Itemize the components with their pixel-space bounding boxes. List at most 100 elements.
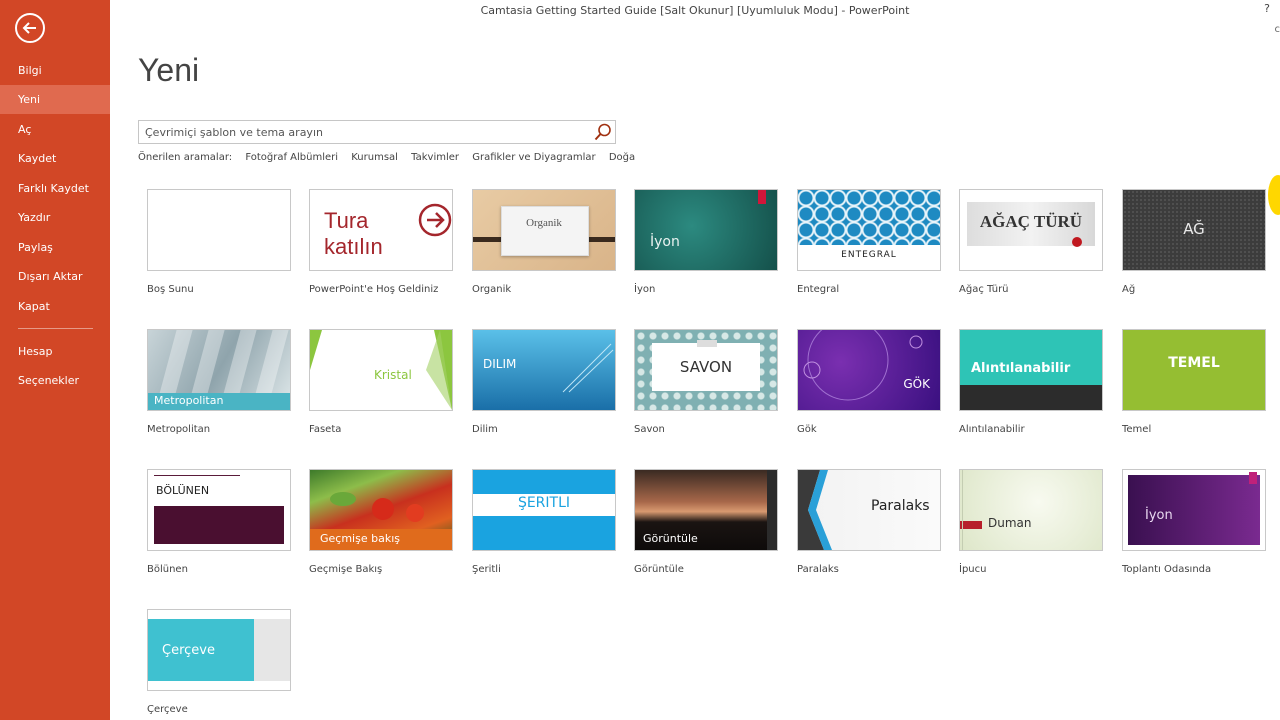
template-name: Görüntüle (634, 564, 684, 575)
template-name: Alıntılanabilir (959, 424, 1025, 435)
page-title: Yeni (138, 52, 200, 88)
template-tile[interactable]: İyon Toplantı Odasında (1122, 469, 1266, 575)
search-icon[interactable] (593, 122, 613, 142)
template-name: Ağ (1122, 284, 1136, 295)
template-tile[interactable]: Metropolitan Metropolitan (147, 329, 291, 435)
thumb-text: AĞAÇ TÜRÜ (979, 212, 1083, 231)
template-thumbnail: Geçmişe bakış (309, 469, 453, 551)
template-tile[interactable]: Çerçeve Çerçeve (147, 609, 291, 715)
template-thumbnail: SAVON (634, 329, 778, 411)
template-search-input[interactable] (139, 121, 591, 144)
template-tile[interactable]: ŞERITLI Şeritli (472, 469, 616, 575)
template-tile[interactable]: Organik Organik (472, 189, 616, 295)
thumb-text: İyon (650, 234, 680, 250)
template-thumbnail: Çerçeve (147, 609, 291, 691)
template-tile[interactable]: AĞAÇ TÜRÜ Ağaç Türü (959, 189, 1103, 295)
thumb-text: Tura (324, 208, 369, 233)
template-thumbnail: ENTEGRAL (797, 189, 941, 271)
template-tile[interactable]: Kristal Faseta (309, 329, 453, 435)
template-tile[interactable]: Paralaks Paralaks (797, 469, 941, 575)
template-name: Dilim (472, 424, 498, 435)
template-name: Boş Sunu (147, 284, 194, 295)
sidebar-item-farkli-kaydet[interactable]: Farklı Kaydet (0, 174, 110, 203)
template-tile[interactable]: İyon İyon (634, 189, 778, 295)
template-name: Çerçeve (147, 704, 188, 715)
thumb-text: DILIM (483, 357, 517, 371)
template-tile[interactable]: SAVON Savon (634, 329, 778, 435)
template-tile[interactable]: AĞ Ağ (1122, 189, 1266, 295)
template-tile[interactable]: Geçmişe bakış Geçmişe Bakış (309, 469, 453, 575)
thumb-text: GÖK (903, 377, 930, 391)
template-thumbnail: AĞAÇ TÜRÜ (959, 189, 1103, 271)
suggested-searches: Önerilen aramalar: Fotoğraf Albümleri Ku… (138, 152, 645, 163)
sidebar-item-kapat[interactable]: Kapat (0, 292, 110, 321)
template-tile[interactable]: BÖLÜNEN Bölünen (147, 469, 291, 575)
suggested-link-foto[interactable]: Fotoğraf Albümleri (245, 152, 338, 163)
template-thumbnail: BÖLÜNEN (147, 469, 291, 551)
sidebar-item-kaydet[interactable]: Kaydet (0, 144, 110, 173)
arrow-right-circle-icon (418, 203, 452, 237)
sidebar-item-paylas[interactable]: Paylaş (0, 233, 110, 262)
back-button[interactable] (15, 13, 45, 43)
template-name: Organik (472, 284, 512, 295)
sidebar-divider (18, 328, 93, 329)
suggested-link-kurumsal[interactable]: Kurumsal (351, 152, 398, 163)
template-name: Ağaç Türü (959, 284, 1009, 295)
template-search-box (138, 120, 616, 144)
template-thumbnail: Alıntılanabilir (959, 329, 1103, 411)
suggested-link-grafikler[interactable]: Grafikler ve Diyagramlar (472, 152, 595, 163)
thumb-text: Organik (526, 217, 562, 229)
template-name: Geçmişe Bakış (309, 564, 383, 575)
thumb-text: Duman (988, 516, 1032, 530)
template-tile[interactable]: GÖK Gök (797, 329, 941, 435)
cursor-highlight (1268, 175, 1280, 215)
thumb-text: Kristal (374, 368, 412, 382)
template-thumbnail: AĞ (1122, 189, 1266, 271)
window-title: Camtasia Getting Started Guide [Salt Oku… (480, 4, 910, 17)
template-tile[interactable]: Boş Sunu (147, 189, 291, 295)
sidebar-item-bilgi[interactable]: Bilgi (0, 56, 110, 85)
thumb-text: katılın (324, 234, 383, 259)
template-thumbnail: TEMEL (1122, 329, 1266, 411)
thumb-text: SAVON (679, 358, 733, 376)
sidebar-item-disari-aktar[interactable]: Dışarı Aktar (0, 262, 110, 291)
template-thumbnail: Kristal (309, 329, 453, 411)
suggested-link-takvimler[interactable]: Takvimler (411, 152, 459, 163)
template-name: Savon (634, 424, 665, 435)
thumb-text: İyon (1145, 508, 1173, 523)
template-tile[interactable]: Görüntüle Görüntüle (634, 469, 778, 575)
template-thumbnail: Organik (472, 189, 616, 271)
thumb-text: Alıntılanabilir (971, 361, 1071, 376)
template-name: İyon (634, 284, 656, 295)
template-name: Gök (797, 424, 817, 435)
template-tile[interactable]: Tura katılın PowerPoint'e Hoş Geldiniz (309, 189, 453, 295)
thumb-text: Geçmişe bakış (320, 532, 400, 545)
template-thumbnail: GÖK (797, 329, 941, 411)
template-name: Paralaks (797, 564, 839, 575)
template-name: Şeritli (472, 564, 501, 575)
suggested-link-doga[interactable]: Doğa (609, 152, 635, 163)
template-name: Faseta (309, 424, 342, 435)
suggested-label: Önerilen aramalar: (138, 152, 233, 163)
thumb-text: ŞERITLI (517, 495, 571, 511)
sidebar-item-secenekler[interactable]: Seçenekler (0, 366, 110, 395)
sidebar-item-yazdir[interactable]: Yazdır (0, 203, 110, 232)
template-thumbnail: Tura katılın (309, 189, 453, 271)
template-name: Entegral (797, 284, 840, 295)
template-name: Metropolitan (147, 424, 211, 435)
template-tile[interactable]: Duman İpucu (959, 469, 1103, 575)
thumb-text: Metropolitan (154, 394, 224, 407)
template-tile[interactable]: DILIM Dilim (472, 329, 616, 435)
template-name: PowerPoint'e Hoş Geldiniz (309, 284, 439, 295)
thumb-text: AĞ (1183, 220, 1205, 238)
thumb-text: TEMEL (1168, 355, 1220, 371)
template-tile[interactable]: Alıntılanabilir Alıntılanabilir (959, 329, 1103, 435)
template-tile[interactable]: ENTEGRAL Entegral (797, 189, 941, 295)
thumb-text: ENTEGRAL (841, 250, 897, 260)
sidebar-item-ac[interactable]: Aç (0, 115, 110, 144)
sidebar-item-hesap[interactable]: Hesap (0, 337, 110, 366)
help-button[interactable]: ? (1264, 2, 1270, 15)
template-thumbnail (147, 189, 291, 271)
template-tile[interactable]: TEMEL Temel (1122, 329, 1266, 435)
sidebar-item-yeni[interactable]: Yeni (0, 85, 110, 114)
